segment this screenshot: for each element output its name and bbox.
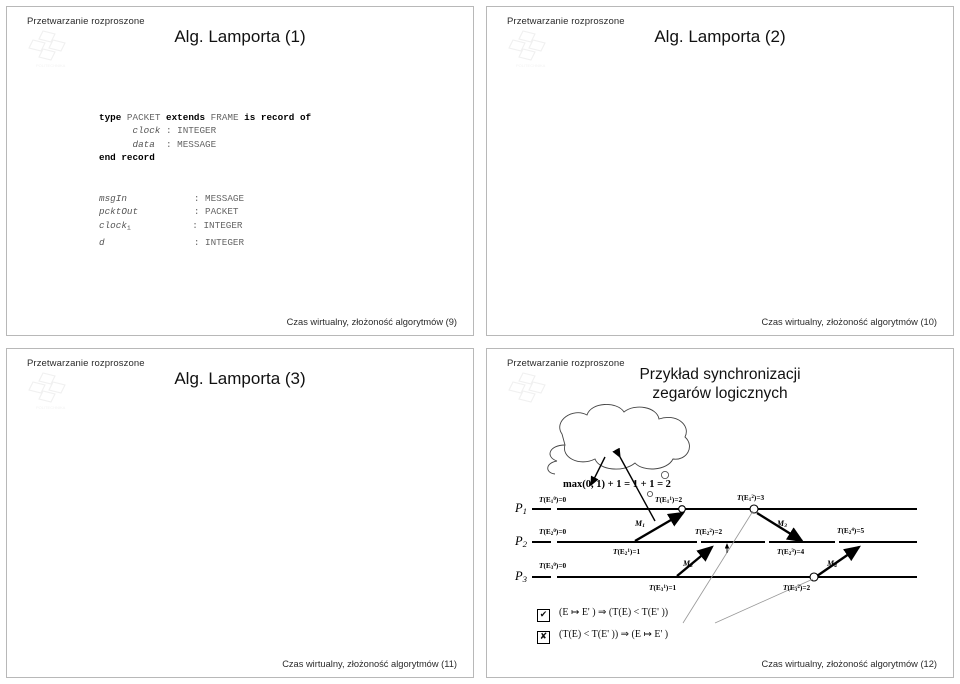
legend-row-valid: ✔ (E ↦ E' ) ⇒ (T(E) < T(E' )) — [537, 607, 668, 622]
slide-3[interactable]: POLITECHNIKA Przetwarzanie rozproszone A… — [6, 348, 474, 678]
process-label-p1: P1 — [515, 501, 528, 516]
event-label-e10: T(E10)=0 — [539, 495, 567, 506]
cloud-text: max(0, 1) + 1 = 1 + 1 = 2 — [563, 479, 671, 490]
event-label-e32: T(E32)=2 — [783, 583, 811, 594]
slide-footer: Czas wirtualny, złożoność algorytmów (12… — [761, 659, 938, 669]
message-label-m2: M2 — [683, 559, 693, 570]
process-label-p2: P2 — [515, 534, 528, 549]
code-block-declarations: msgIn : MESSAGE pcktOut : PACKET clocki … — [99, 193, 245, 248]
process-label-p3: P3 — [515, 569, 528, 584]
message-label-m3: M3 — [777, 519, 787, 530]
page-title: Alg. Lamporta (2) — [654, 27, 786, 46]
code-block-type-packet: type PACKET extends FRAME is record of c… — [99, 112, 312, 164]
event-label-e21: T(E21)=1 — [613, 547, 641, 558]
page-title: Przykład synchronizacji zegarów logiczny… — [487, 365, 953, 404]
page-title-line-1: Przykład synchronizacji — [639, 366, 801, 383]
svg-text:POLITECHNIKA: POLITECHNIKA — [36, 63, 66, 68]
page-title: Alg. Lamporta (1) — [174, 27, 306, 46]
svg-text:POLITECHNIKA: POLITECHNIKA — [516, 63, 546, 68]
slide-2[interactable]: POLITECHNIKA Przetwarzanie rozproszone A… — [486, 6, 954, 336]
slide-footer: Czas wirtualny, złożoność algorytmów (9) — [286, 317, 457, 327]
event-label-e11: T(E11)=2 — [655, 495, 683, 506]
message-label-m1: M1 — [635, 519, 645, 530]
checkbox-crossed-icon: ✘ — [537, 631, 550, 644]
slide-footer: Czas wirtualny, złożoność algorytmów (11… — [282, 659, 457, 669]
checkbox-checked-icon: ✔ — [537, 609, 550, 622]
message-arrows — [634, 511, 861, 577]
event-label-e23: T(E23)=4 — [777, 547, 805, 558]
event-label-e30: T(E30)=0 — [539, 561, 567, 572]
event-label-e20: T(E20)=0 — [539, 527, 567, 538]
slide-thumbnail-grid: POLITECHNIKA Przetwarzanie rozproszone A… — [0, 0, 960, 684]
event-label-e31: T(E31)=1 — [649, 583, 677, 594]
event-label-e12: T(E12)=3 — [737, 493, 765, 504]
diagram-svg — [532, 404, 917, 624]
slide-footer: Czas wirtualny, złożoność algorytmów (10… — [761, 317, 938, 327]
logical-clock-diagram: max(0, 1) + 1 = 1 + 1 = 2 P1 P2 P3 T(E10… — [487, 401, 953, 631]
slide-1[interactable]: POLITECHNIKA Przetwarzanie rozproszone A… — [6, 6, 474, 336]
event-label-e22: T(E22)=2 — [695, 527, 723, 538]
cloud-shape — [547, 404, 690, 475]
legend-formula-2: (T(E) < T(E' )) ⇒ (E ↦ E' ) — [559, 629, 669, 640]
slide-4[interactable]: Przetwarzanie rozproszone Przetwarzanie … — [486, 348, 954, 678]
message-label-m4: M4 — [827, 559, 837, 570]
svg-text:POLITECHNIKA: POLITECHNIKA — [36, 405, 66, 410]
page-title: Alg. Lamporta (3) — [174, 369, 306, 388]
legend-row-invalid: ✘ (T(E) < T(E' )) ⇒ (E ↦ E' ) — [537, 629, 668, 644]
event-label-e24: T(E24)=5 — [837, 526, 865, 537]
legend-formula-1: (E ↦ E' ) ⇒ (T(E) < T(E' )) — [559, 607, 669, 618]
